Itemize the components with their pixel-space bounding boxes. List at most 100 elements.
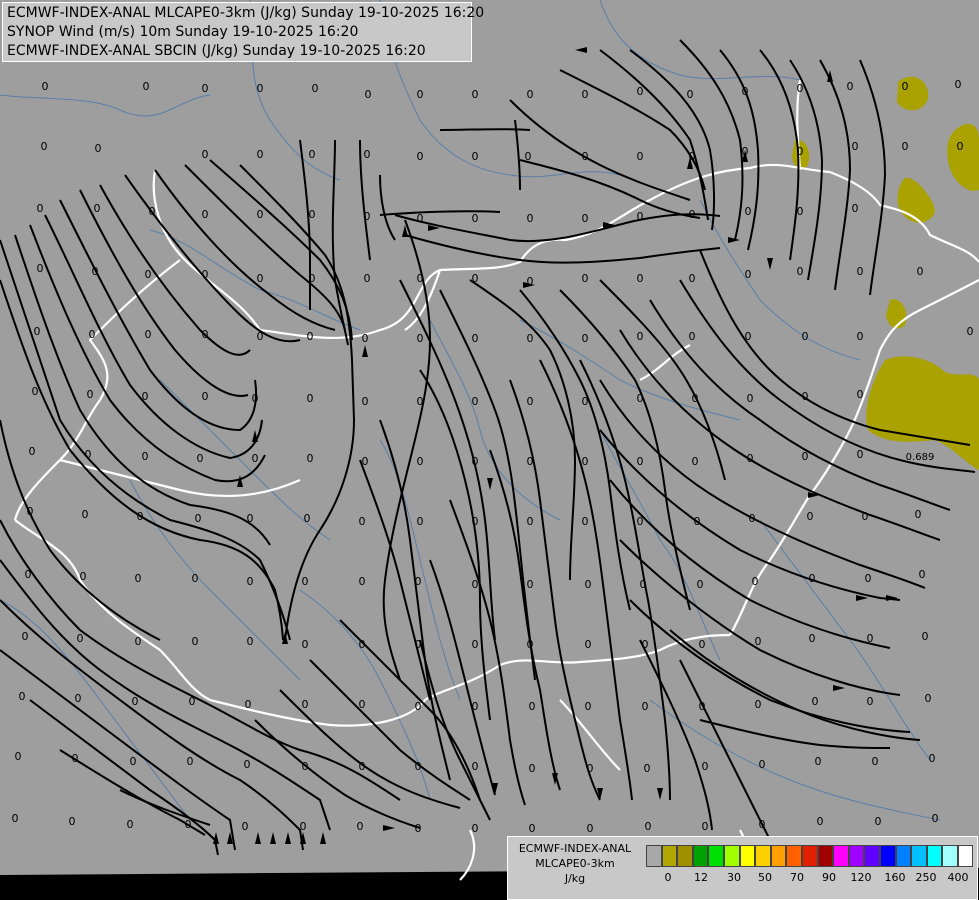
cin-label: 0: [472, 88, 479, 101]
legend-swatch: [957, 845, 974, 867]
cin-label: 0: [857, 448, 864, 461]
cin-label: 0: [202, 82, 209, 95]
cin-label: 0: [135, 572, 142, 585]
cin-label: 0: [257, 208, 264, 221]
cin-label: 0: [359, 515, 366, 528]
cin-label: 0: [527, 578, 534, 591]
cin-label: 0: [142, 450, 149, 463]
cin-label: 0: [244, 758, 251, 771]
cin-label: 0: [752, 575, 759, 588]
cin-label: 0: [300, 820, 307, 833]
cin-label: 0: [41, 140, 48, 153]
cin-label: 0: [197, 452, 204, 465]
cin-label: 0: [587, 762, 594, 775]
cin-label: 0: [149, 205, 156, 218]
legend-swatch: [677, 845, 693, 867]
cin-label: 0: [527, 515, 534, 528]
cin-label: 0: [257, 148, 264, 161]
legend-swatch: [879, 845, 896, 867]
cin-label: 0: [37, 202, 44, 215]
cin-label: 0: [85, 448, 92, 461]
cin-label: 0: [472, 638, 479, 651]
legend-swatch: [942, 845, 958, 867]
map-background: [0, 0, 979, 875]
cin-label: 0: [417, 515, 424, 528]
cin-label: 0: [72, 752, 79, 765]
cin-label: 0: [417, 88, 424, 101]
cin-label: 0: [689, 272, 696, 285]
cin-label: 0: [195, 512, 202, 525]
weather-map: 0 0 0 0 0 0 0 0 0 0 0 0 0 0 0 0 0 0 0 0 0 0 0 0 0 0 0 0 0 0 0 0 0 0 0 0 0 0 0 0…: [0, 0, 979, 900]
cin-label: 0: [309, 148, 316, 161]
cin-label: 0: [847, 80, 854, 93]
cin-label: 0: [417, 272, 424, 285]
cin-label: 0: [747, 452, 754, 465]
cin-label: 0: [645, 820, 652, 833]
cin-label: 0: [529, 822, 536, 835]
cin-label: 0: [862, 510, 869, 523]
legend-swatch: [926, 845, 943, 867]
cin-label: 0: [302, 698, 309, 711]
cin-label: 0: [472, 760, 479, 773]
cin-label: 0: [95, 142, 102, 155]
cin-label: 0: [802, 450, 809, 463]
cin-label: 0: [202, 208, 209, 221]
cin-label: 0: [872, 755, 879, 768]
map-value-annotation: 0.689: [906, 452, 935, 463]
legend-tick: 30: [727, 871, 741, 884]
legend-swatches: [646, 845, 974, 867]
cin-label: 0: [637, 392, 644, 405]
map-title-box: ECMWF-INDEX-ANAL MLCAPE0-3km (J/kg) Sund…: [2, 2, 484, 62]
cin-label: 0: [642, 700, 649, 713]
cin-label: 0: [637, 515, 644, 528]
cin-label: 0: [34, 325, 41, 338]
cin-label: 0: [309, 272, 316, 285]
cin-label: 0: [135, 635, 142, 648]
cin-label: 0: [472, 332, 479, 345]
legend-swatch: [895, 845, 912, 867]
cin-label: 0: [359, 760, 366, 773]
cin-label: 0: [364, 210, 371, 223]
cin-label: 0: [82, 508, 89, 521]
cin-label: 0: [857, 330, 864, 343]
cin-label: 0: [637, 210, 644, 223]
cin-label: 0: [922, 630, 929, 643]
cin-label: 0: [644, 762, 651, 775]
cin-label: 0: [692, 392, 699, 405]
legend-swatch: [646, 845, 662, 867]
legend-tick: 160: [884, 871, 906, 884]
cin-label: 0: [245, 698, 252, 711]
cin-label: 0: [247, 575, 254, 588]
cin-label: 0: [472, 212, 479, 225]
cin-label: 0: [417, 150, 424, 163]
cin-label: 0: [745, 330, 752, 343]
cin-label: 0: [747, 392, 754, 405]
cin-label: 0: [702, 760, 709, 773]
cin-label: 0: [527, 395, 534, 408]
cin-label: 0: [145, 328, 152, 341]
cin-label: 0: [582, 455, 589, 468]
cin-label: 0: [302, 638, 309, 651]
cin-label: 0: [252, 392, 259, 405]
cin-label: 0: [307, 330, 314, 343]
title-line-wind: SYNOP Wind (m/s) 10m Sunday 19-10-2025 1…: [7, 24, 359, 40]
cin-label: 0: [25, 568, 32, 581]
legend-swatch: [786, 845, 802, 867]
cin-label: 0: [582, 272, 589, 285]
cin-label: 0: [527, 212, 534, 225]
cin-label: 0: [745, 268, 752, 281]
cin-label: 0: [417, 212, 424, 225]
cin-label: 0: [807, 510, 814, 523]
cin-label: 0: [809, 572, 816, 585]
cin-label: 0: [359, 638, 366, 651]
cin-label: 0: [689, 208, 696, 221]
title-line-cin: ECMWF-INDEX-ANAL SBCIN (J/kg) Sunday 19-…: [7, 43, 426, 59]
cin-label: 0: [359, 575, 366, 588]
cin-label: 0: [957, 140, 964, 153]
cin-label: 0: [202, 148, 209, 161]
cin-label: 0: [585, 578, 592, 591]
cin-label: 0: [472, 822, 479, 835]
legend-tick: 70: [790, 871, 804, 884]
cin-label: 0: [587, 822, 594, 835]
cin-label: 0: [585, 638, 592, 651]
